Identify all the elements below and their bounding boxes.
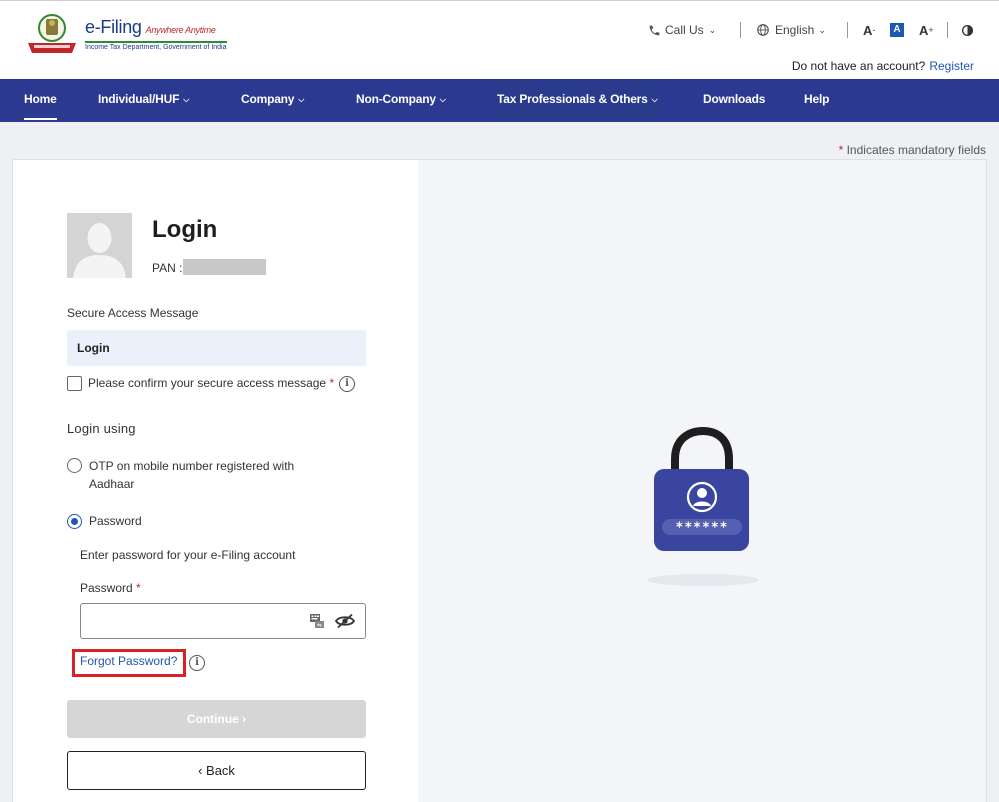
divider [740, 22, 741, 38]
login-form-panel: Login PAN : Secure Access Message Login … [13, 160, 418, 802]
login-using-label: Login using [67, 421, 136, 436]
chevron-right-icon: › [242, 712, 247, 726]
chevron-down-icon: ⌵ [298, 95, 305, 104]
main-nav: Home Individual/HUF ⌵ Company ⌵ Non-Compan… [0, 79, 999, 122]
emblem-icon [28, 14, 76, 53]
font-increase-button[interactable]: A + [919, 21, 934, 39]
otp-radio[interactable] [67, 458, 82, 473]
lock-password-mask: ****** [676, 521, 729, 536]
logo-tagline: Anywhere Anytime [145, 25, 216, 35]
avatar [67, 213, 132, 278]
secure-access-message: Login [67, 330, 366, 366]
password-hint: Enter password for your e-Filing account [80, 548, 296, 562]
secure-access-label: Secure Access Message [67, 306, 199, 320]
chevron-down-icon: ⌵ [439, 95, 446, 104]
efiling-logo[interactable]: e-Filing Anywhere Anytime Income Tax Depa… [24, 13, 227, 57]
nav-downloads[interactable]: Downloads [703, 79, 765, 122]
nav-individual-huf[interactable]: Individual/HUF ⌵ [98, 79, 189, 122]
account-prompt: Do not have an account? Register [791, 59, 974, 73]
chevron-down-icon: ⌄ [818, 24, 826, 35]
divider [847, 22, 848, 38]
language-selector[interactable]: English ⌄ [756, 21, 826, 39]
svg-text:⇋: ⇋ [317, 622, 322, 629]
nav-home[interactable]: Home [24, 79, 57, 122]
illustration-panel: ****** [418, 160, 986, 802]
forgot-password-link[interactable]: Forgot Password? [80, 654, 177, 668]
chevron-down-icon: ⌵ [651, 95, 658, 104]
password-radio-label: Password [89, 514, 142, 528]
padlock-illustration-icon: ****** [647, 426, 759, 586]
contrast-toggle[interactable] [961, 21, 974, 39]
nav-help[interactable]: Help [804, 79, 829, 122]
nav-company[interactable]: Company ⌵ [241, 79, 304, 122]
top-header: e-Filing Anywhere Anytime Income Tax Depa… [0, 0, 999, 79]
language-label: English [775, 23, 815, 37]
logo-title: e-Filing Anywhere Anytime [85, 17, 216, 37]
chevron-down-icon: ⌵ [183, 95, 190, 104]
continue-button[interactable]: Continue › [67, 700, 366, 738]
chevron-down-icon: ⌄ [708, 24, 717, 35]
nav-non-company[interactable]: Non-Company ⌵ [356, 79, 446, 122]
globe-icon [757, 24, 769, 36]
password-label: Password * [80, 581, 141, 595]
mandatory-note: * Indicates mandatory fields [838, 143, 986, 157]
info-icon[interactable]: i [189, 655, 205, 671]
back-button[interactable]: ‹ Back [67, 751, 366, 790]
phone-icon [649, 25, 660, 35]
password-radio[interactable] [67, 514, 82, 529]
otp-radio-label: OTP on mobile number registered with Aad… [89, 459, 295, 491]
login-card: Login PAN : Secure Access Message Login … [12, 159, 987, 802]
password-field[interactable]: ⇋ [80, 603, 366, 639]
virtual-keyboard-icon[interactable]: ⇋ [309, 613, 325, 629]
font-normal-button[interactable]: A [890, 23, 904, 37]
hide-password-icon[interactable] [335, 613, 355, 629]
divider [947, 22, 948, 38]
password-input[interactable] [81, 604, 291, 638]
confirm-secure-message-checkbox[interactable] [67, 376, 82, 391]
chevron-left-icon: ‹ [198, 763, 203, 778]
contrast-icon [961, 24, 974, 36]
call-us-label: Call Us [665, 23, 704, 37]
call-us-menu[interactable]: Call Us ⌄ [648, 21, 716, 39]
info-icon[interactable]: i [339, 376, 355, 392]
page-title: Login [152, 216, 218, 243]
logo-subtitle: Income Tax Department, Government of Ind… [85, 41, 227, 51]
user-silhouette-icon [73, 223, 126, 278]
pan-redacted [183, 259, 266, 275]
confirm-secure-message-label: Please confirm your secure access messag… [88, 376, 335, 390]
font-decrease-button[interactable]: A- [863, 21, 875, 39]
register-link[interactable]: Register [929, 59, 974, 73]
nav-tax-professionals[interactable]: Tax Professionals & Others ⌵ [493, 79, 662, 122]
pan-label: PAN : [152, 261, 183, 275]
